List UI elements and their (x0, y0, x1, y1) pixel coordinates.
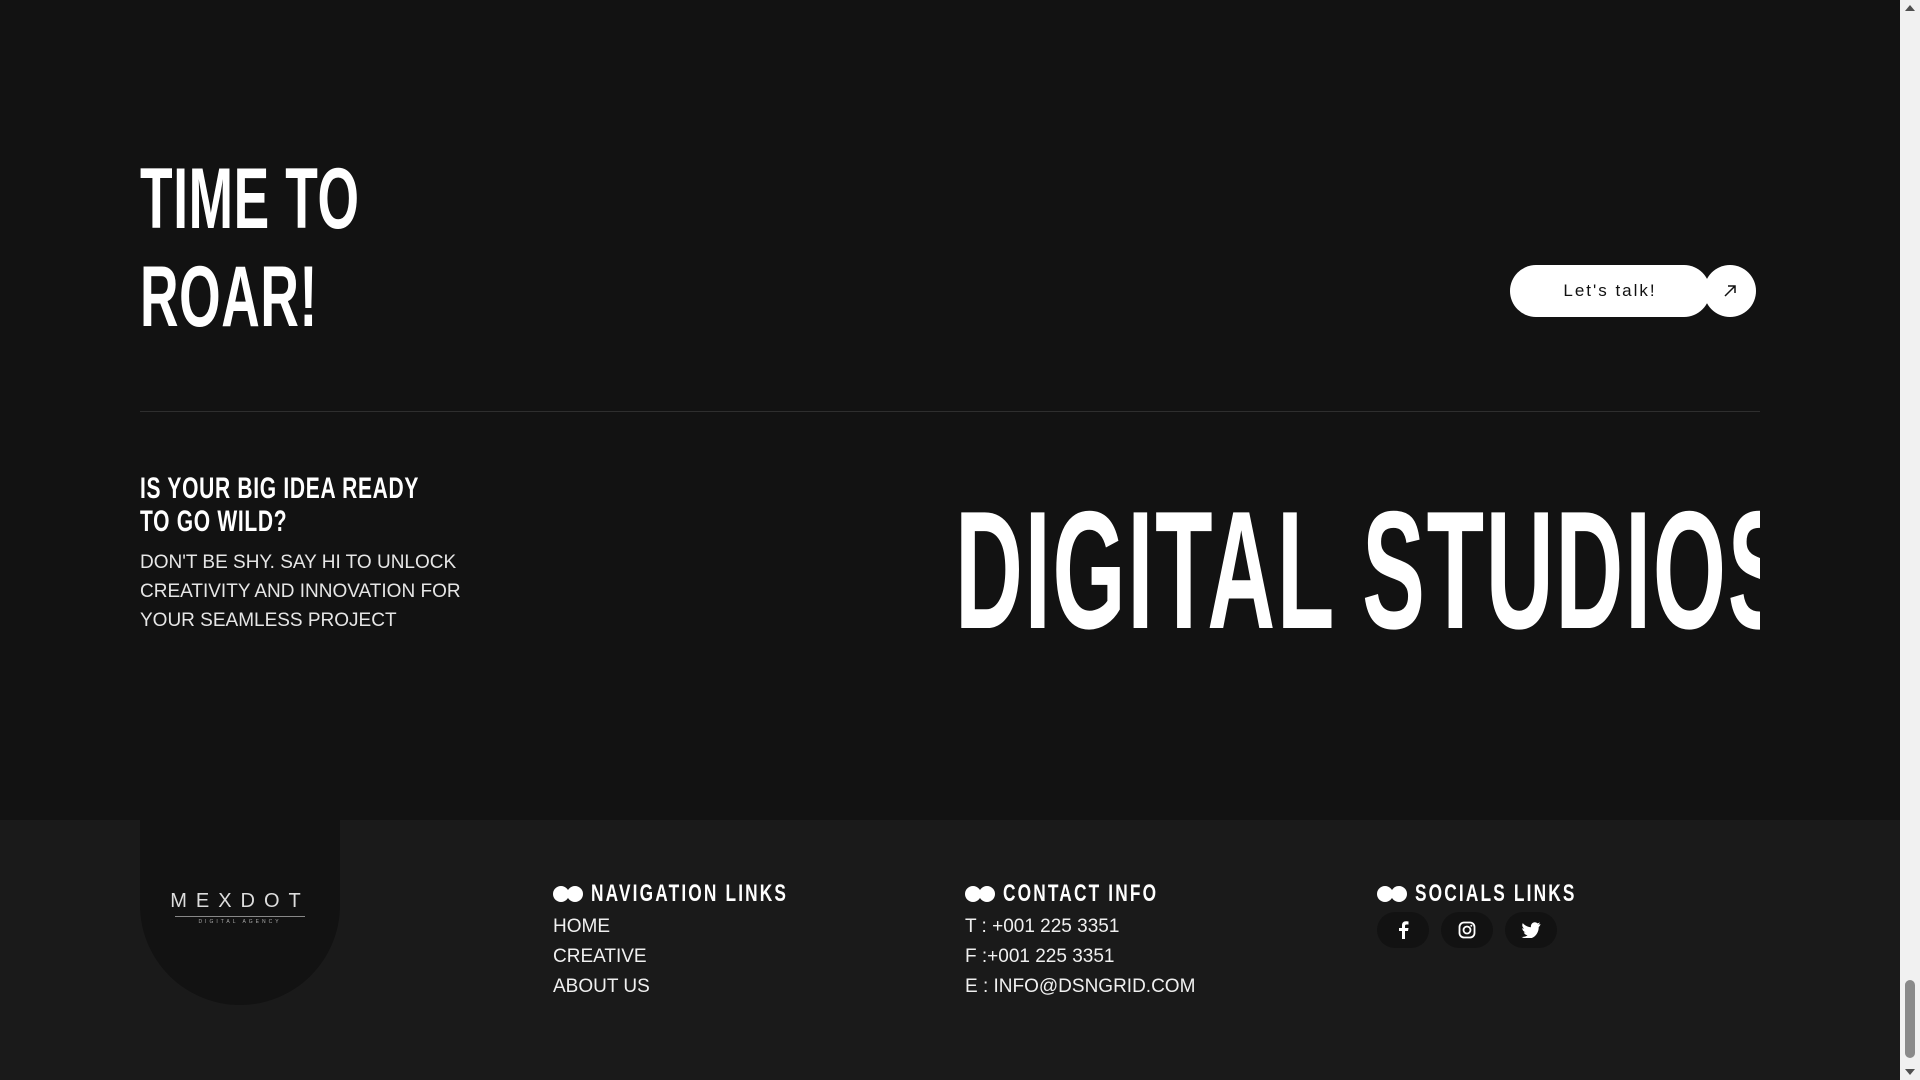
logo[interactable]: MEXDOT DIGITAL AGENCY (140, 820, 340, 1005)
scroll-up-arrow-icon[interactable] (1905, 5, 1915, 11)
double-dot-icon (1377, 886, 1407, 902)
idea-heading: IS YOUR BIG IDEA READY TO GO WILD? (140, 472, 419, 538)
hero-title-line-1: TIME TO (140, 151, 360, 247)
contact-info-column: CONTACT INFO T : +001 225 3351 F :+001 2… (965, 880, 1219, 1002)
marquee-banner: DIGITAL STUDIOS DIGITAL STUDIOS (955, 490, 1760, 650)
nav-link-home[interactable]: HOME (553, 912, 865, 942)
navigation-links-title: NAVIGATION LINKS (591, 880, 789, 907)
socials-links-column: SOCIALS LINKS (1377, 880, 1639, 948)
socials-links-title: SOCIALS LINKS (1415, 880, 1577, 907)
marquee-text: DIGITAL STUDIOS DIGITAL STUDIOS (955, 490, 1760, 650)
double-dot-icon (965, 886, 995, 902)
contact-info-title: CONTACT INFO (1003, 880, 1159, 907)
idea-heading-line-1: IS YOUR BIG IDEA READY (140, 472, 420, 505)
contact-email[interactable]: E : INFO@DSNGRID.COM (965, 972, 1219, 1002)
twitter-icon[interactable] (1505, 912, 1557, 948)
navigation-links-column: NAVIGATION LINKS HOME CREATIVE ABOUT US (553, 880, 865, 1002)
logo-tagline: DIGITAL AGENCY (175, 916, 305, 925)
facebook-icon[interactable] (1377, 912, 1429, 948)
logo-name: MEXDOT (170, 890, 310, 912)
hero-title-line-2: ROAR! (140, 249, 318, 345)
lets-talk-button[interactable]: Let's talk! (1510, 265, 1760, 317)
scroll-down-arrow-icon[interactable] (1905, 1069, 1915, 1075)
nav-link-creative[interactable]: CREATIVE (553, 942, 865, 972)
instagram-icon[interactable] (1441, 912, 1493, 948)
contact-phone[interactable]: T : +001 225 3351 (965, 912, 1219, 942)
lets-talk-label[interactable]: Let's talk! (1510, 265, 1710, 317)
double-dot-icon (553, 886, 583, 902)
scrollbar-thumb[interactable] (1905, 980, 1915, 1058)
idea-description: DON'T BE SHY. SAY HI TO UNLOCK CREATIVIT… (140, 552, 461, 631)
scrollbar[interactable] (1900, 0, 1920, 1080)
contact-fax: F :+001 225 3351 (965, 946, 1115, 967)
nav-link-about-us[interactable]: ABOUT US (553, 972, 865, 1002)
site-footer: MEXDOT DIGITAL AGENCY NAVIGATION LINKS H… (0, 820, 1900, 1080)
idea-heading-line-2: TO GO WILD? (140, 505, 288, 538)
arrow-up-right-icon[interactable] (1704, 265, 1756, 317)
hero-title: TIME TO ROAR! (140, 150, 360, 346)
section-divider (140, 411, 1760, 412)
